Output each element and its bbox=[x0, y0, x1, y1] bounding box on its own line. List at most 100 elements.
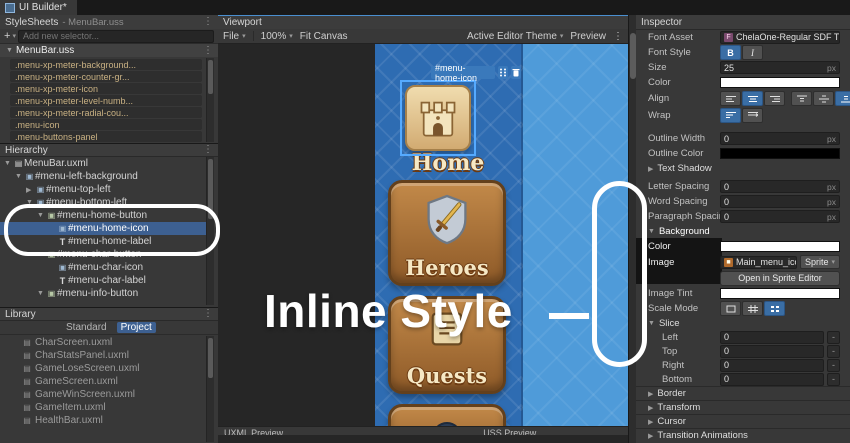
expander-icon[interactable]: ▼ bbox=[6, 47, 13, 54]
editor-theme-dropdown[interactable]: Active Editor Theme▾ bbox=[467, 31, 563, 42]
file-menu-button[interactable]: File▾ bbox=[223, 31, 246, 42]
game-canvas[interactable]: #menu-home-icon bbox=[375, 44, 628, 435]
library-item[interactable]: ▤HealthBar.uxml bbox=[0, 414, 206, 427]
outline-width-field[interactable]: 0 px bbox=[720, 132, 840, 145]
hierarchy-item[interactable]: ▣#menu-char-icon bbox=[0, 261, 206, 274]
foldout-border[interactable]: ▶Border bbox=[636, 386, 850, 400]
move-handle-chip[interactable] bbox=[498, 66, 508, 79]
uss-selector[interactable]: .menu-xp-meter-radial-cou... bbox=[10, 107, 202, 118]
tab-standard[interactable]: Standard bbox=[62, 322, 111, 333]
stylesheets-menu-icon[interactable]: ⋮ bbox=[203, 17, 213, 27]
unit-dropdown[interactable]: px bbox=[823, 182, 836, 192]
text-shadow-foldout[interactable]: ▶ Text Shadow bbox=[636, 161, 850, 176]
expander-icon[interactable]: ▼ bbox=[26, 199, 35, 206]
background-color-swatch[interactable] bbox=[720, 241, 840, 252]
scale-tile-toggle[interactable] bbox=[764, 301, 785, 316]
scale-slice-toggle[interactable] bbox=[742, 301, 763, 316]
foldout-transform[interactable]: ▶Transform bbox=[636, 400, 850, 414]
library-item[interactable]: ▤CharScreen.uxml bbox=[0, 336, 206, 349]
uss-file-row[interactable]: ▼ MenuBar.uss ⋮ bbox=[0, 44, 218, 57]
expander-icon[interactable]: ▶ bbox=[648, 165, 653, 173]
hierarchy-item[interactable]: ▼▤MenuBar.uxml bbox=[0, 157, 206, 170]
quests-button[interactable]: Quests bbox=[388, 296, 506, 394]
foldout-cursor[interactable]: ▶Cursor bbox=[636, 414, 850, 428]
uxml-preview-label[interactable]: UXML Preview bbox=[224, 428, 283, 435]
expander-icon[interactable]: ▶ bbox=[648, 432, 653, 440]
uss-selector[interactable]: .menu-xp-meter-background... bbox=[10, 59, 202, 70]
stepper-button[interactable]: - bbox=[827, 331, 840, 344]
expander-icon[interactable]: ▶ bbox=[648, 418, 653, 426]
library-item[interactable]: ▤CharStatsPanel.uxml bbox=[0, 349, 206, 362]
library-item[interactable]: ▤GameItem.uxml bbox=[0, 401, 206, 414]
uss-selector[interactable]: .menu-buttons-panel bbox=[10, 131, 202, 142]
unit-dropdown[interactable]: px bbox=[823, 134, 836, 144]
add-selector-button[interactable]: + bbox=[4, 31, 10, 42]
expander-icon[interactable]: ▼ bbox=[648, 228, 655, 235]
expander-icon[interactable]: ▼ bbox=[648, 320, 655, 327]
hierarchy-item[interactable]: ▼▣#menu-bottom-left bbox=[0, 196, 206, 209]
library-item[interactable]: ▤GameLoseScreen.uxml bbox=[0, 362, 206, 375]
viewport-menu-icon[interactable]: ⋮ bbox=[613, 31, 623, 42]
ui-builder-tab[interactable]: UI Builder* bbox=[0, 0, 77, 15]
word-spacing-field[interactable]: 0 px bbox=[720, 195, 840, 208]
align-top-toggle[interactable] bbox=[791, 91, 812, 106]
add-selector-input[interactable] bbox=[18, 30, 214, 43]
foldout-transition-animations[interactable]: ▶Transition Animations bbox=[636, 428, 850, 442]
align-right-toggle[interactable] bbox=[764, 91, 785, 106]
open-sprite-editor-button[interactable]: Open in Sprite Editor bbox=[720, 271, 840, 286]
hierarchy-item[interactable]: ▼▣#menu-left-background bbox=[0, 170, 206, 183]
library-menu-icon[interactable]: ⋮ bbox=[203, 309, 213, 319]
hierarchy-menu-icon[interactable]: ⋮ bbox=[203, 145, 213, 155]
expander-icon[interactable]: ▼ bbox=[4, 160, 13, 167]
hierarchy-scrollbar[interactable] bbox=[206, 157, 214, 305]
hierarchy-item[interactable]: ▼▣#menu-home-button bbox=[0, 209, 206, 222]
hierarchy-item[interactable]: ▣#menu-home-icon bbox=[0, 222, 206, 235]
align-middle-toggle[interactable] bbox=[813, 91, 834, 106]
expander-icon[interactable]: ▼ bbox=[37, 212, 46, 219]
bold-toggle[interactable]: B bbox=[720, 45, 741, 60]
library-scrollbar[interactable] bbox=[206, 336, 214, 442]
wrap-off-toggle[interactable] bbox=[742, 108, 763, 123]
heroes-button[interactable]: Heroes bbox=[388, 180, 506, 286]
uss-selector[interactable]: .menu-xp-meter-icon bbox=[10, 83, 202, 94]
uss-selector[interactable]: .menu-xp-meter-level-numb... bbox=[10, 95, 202, 106]
add-selector-dropdown-icon[interactable]: ▾ bbox=[12, 32, 16, 40]
expander-icon[interactable]: ▶ bbox=[648, 390, 653, 398]
expander-icon[interactable]: ▼ bbox=[37, 251, 46, 258]
italic-toggle[interactable]: I bbox=[742, 45, 763, 60]
preview-toggle[interactable]: Preview bbox=[570, 31, 606, 42]
unit-dropdown[interactable]: px bbox=[823, 197, 836, 207]
outline-color-swatch[interactable] bbox=[720, 148, 840, 159]
expander-icon[interactable]: ▼ bbox=[15, 173, 24, 180]
slice-bottom-field[interactable]: 0 bbox=[720, 373, 824, 386]
slice-foldout[interactable]: ▼ Slice bbox=[636, 316, 850, 330]
stepper-button[interactable]: - bbox=[827, 359, 840, 372]
expander-icon[interactable]: ▶ bbox=[648, 404, 653, 412]
font-asset-field[interactable]: F ChelaOne-Regular SDF T (F ⊙ bbox=[720, 31, 840, 44]
slice-right-field[interactable]: 0 bbox=[720, 359, 824, 372]
image-tint-swatch[interactable] bbox=[720, 288, 840, 299]
library-item[interactable]: ▤GameWinScreen.uxml bbox=[0, 388, 206, 401]
unit-dropdown[interactable]: px bbox=[823, 212, 836, 222]
scale-stretch-toggle[interactable] bbox=[720, 301, 741, 316]
wrap-on-toggle[interactable] bbox=[720, 108, 741, 123]
hierarchy-item[interactable]: ▼▣#menu-info-button bbox=[0, 287, 206, 300]
slice-top-field[interactable]: 0 bbox=[720, 345, 824, 358]
align-center-toggle[interactable] bbox=[742, 91, 763, 106]
expander-icon[interactable]: ▼ bbox=[37, 290, 46, 297]
uss-selector[interactable]: .menu-xp-meter-counter-gr... bbox=[10, 71, 202, 82]
tab-project[interactable]: Project bbox=[117, 322, 156, 333]
zoom-dropdown[interactable]: 100%▾ bbox=[261, 31, 293, 42]
paragraph-spacing-field[interactable]: 0 px bbox=[720, 210, 840, 223]
font-size-field[interactable]: 25 px bbox=[720, 61, 840, 74]
font-color-swatch[interactable] bbox=[720, 77, 840, 88]
align-bottom-toggle[interactable] bbox=[835, 91, 850, 106]
library-item[interactable]: ▤GameScreen.uxml bbox=[0, 375, 206, 388]
hierarchy-item[interactable]: ▼▣#menu-char-button bbox=[0, 248, 206, 261]
expander-icon[interactable]: ▶ bbox=[26, 186, 35, 194]
image-type-dropdown[interactable]: Sprite▾ bbox=[800, 255, 840, 269]
hierarchy-item[interactable]: T#menu-char-label bbox=[0, 274, 206, 287]
slice-left-field[interactable]: 0 bbox=[720, 331, 824, 344]
background-foldout[interactable]: ▼ Background bbox=[636, 224, 850, 239]
uss-preview-label[interactable]: USS Preview bbox=[483, 428, 536, 435]
